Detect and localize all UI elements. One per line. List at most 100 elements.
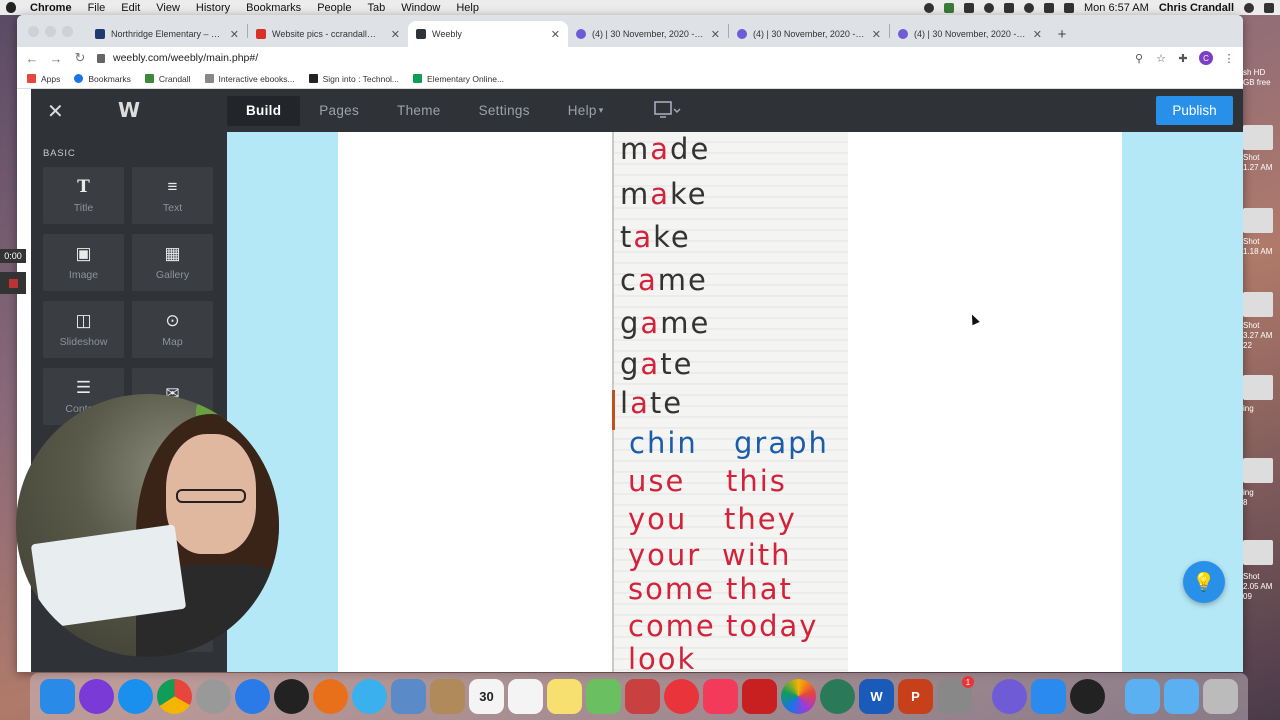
profile-avatar[interactable]: C: [1199, 51, 1213, 65]
quicktime-icon[interactable]: [1070, 679, 1105, 714]
element-gallery[interactable]: ▦ Gallery: [132, 234, 213, 291]
control-center-icon[interactable]: [1264, 2, 1274, 13]
siri-icon[interactable]: [79, 679, 114, 714]
wifi-icon[interactable]: [1023, 2, 1034, 13]
menu-tab[interactable]: Tab: [367, 2, 385, 14]
notes-icon[interactable]: [547, 679, 582, 714]
nav-theme[interactable]: Theme: [378, 96, 460, 126]
element-image[interactable]: ▣ Image: [43, 234, 124, 291]
close-editor-icon[interactable]: ✕: [47, 99, 64, 124]
menu-edit[interactable]: Edit: [121, 2, 140, 14]
bookmark-elementary-online[interactable]: Elementary Online...: [413, 74, 504, 84]
powerpoint-icon[interactable]: P: [898, 679, 933, 714]
extension-status-icon[interactable]: [943, 2, 954, 13]
tab-close-icon[interactable]: ✕: [872, 28, 881, 41]
lightbulb-help-button[interactable]: 💡: [1183, 561, 1225, 603]
maps-icon[interactable]: [586, 679, 621, 714]
desktop-file-icon[interactable]: [1243, 208, 1273, 233]
desktop-file-icon[interactable]: [1243, 458, 1273, 483]
menu-user[interactable]: Chris Crandall: [1159, 2, 1234, 14]
search-icon[interactable]: [1244, 2, 1254, 13]
zoom-icon[interactable]: ⚲: [1133, 52, 1145, 65]
screencastify-icon[interactable]: [992, 679, 1027, 714]
gear-status-icon[interactable]: [923, 2, 934, 13]
desktop-file-icon[interactable]: [1243, 292, 1273, 317]
address-bar[interactable]: weebly.com/weebly/main.php#/: [97, 48, 1123, 68]
word-icon[interactable]: W: [859, 679, 894, 714]
tab-close-icon[interactable]: ✕: [230, 28, 239, 41]
bookmark-crandall[interactable]: Crandall: [144, 74, 191, 84]
firefox-icon[interactable]: [313, 679, 348, 714]
browser-tab-active[interactable]: Weebly ✕: [408, 21, 568, 47]
menu-window[interactable]: Window: [401, 2, 440, 14]
nav-pages[interactable]: Pages: [300, 96, 378, 126]
browser-tab[interactable]: Northridge Elementary – Home ✕: [87, 21, 247, 47]
app-store-icon[interactable]: [235, 679, 270, 714]
bookmark-apps[interactable]: Apps: [27, 74, 60, 84]
reload-icon[interactable]: ↻: [73, 50, 87, 66]
desktop-file-icon[interactable]: [1243, 125, 1273, 150]
star-icon[interactable]: ☆: [1155, 52, 1167, 65]
photo-app-icon[interactable]: [742, 679, 777, 714]
puzzle-icon[interactable]: ✚: [1177, 52, 1189, 65]
menu-bookmarks[interactable]: Bookmarks: [246, 2, 301, 14]
page-body[interactable]: made make take came game gate late chin …: [338, 132, 1122, 672]
browser-tab[interactable]: Website pics - ccrandall@alpin ✕: [248, 21, 408, 47]
desktop-file-icon[interactable]: [1243, 540, 1273, 565]
menu-file[interactable]: File: [88, 2, 106, 14]
trash-icon[interactable]: [1203, 679, 1238, 714]
volume-icon[interactable]: [1063, 2, 1074, 13]
bookmark-sign-into[interactable]: Sign into : Technol...: [308, 74, 399, 84]
zoom-icon[interactable]: [1031, 679, 1066, 714]
element-slideshow[interactable]: ◫ Slideshow: [43, 301, 124, 358]
element-text[interactable]: ≡ Text: [132, 167, 213, 224]
chrome-icon[interactable]: [157, 679, 192, 714]
window-minimize-button[interactable]: [45, 26, 56, 37]
browser-tab[interactable]: (4) | 30 November, 2020 - Hel ✕: [568, 21, 728, 47]
display-status-icon[interactable]: [963, 2, 974, 13]
bookmark-interactive-ebooks[interactable]: Interactive ebooks...: [204, 74, 295, 84]
window-close-button[interactable]: [28, 26, 39, 37]
system-preferences-icon[interactable]: 1: [937, 676, 974, 714]
battery-icon[interactable]: [1043, 2, 1054, 13]
finder-icon[interactable]: [40, 679, 75, 714]
menu-app-name[interactable]: Chrome: [30, 2, 72, 14]
bookmark-bookmarks[interactable]: Bookmarks: [74, 74, 131, 84]
dashboard-icon[interactable]: [274, 679, 309, 714]
documents-folder-icon[interactable]: [1164, 679, 1199, 714]
menu-help[interactable]: Help: [456, 2, 479, 14]
tab-close-icon[interactable]: ✕: [711, 28, 720, 41]
menu-people[interactable]: People: [317, 2, 351, 14]
messages-icon[interactable]: [352, 679, 387, 714]
preview-icon[interactable]: [391, 679, 426, 714]
element-map[interactable]: ⊙ Map: [132, 301, 213, 358]
time-machine-status-icon[interactable]: [983, 2, 994, 13]
sight-word-chart-image[interactable]: made make take came game gate late chin …: [612, 132, 848, 672]
tab-close-icon[interactable]: ✕: [1033, 28, 1042, 41]
reminders-icon[interactable]: [508, 679, 543, 714]
element-title[interactable]: T Title: [43, 167, 124, 224]
apple-icon[interactable]: [6, 2, 16, 13]
nav-build[interactable]: Build: [227, 95, 301, 126]
back-icon[interactable]: ←: [25, 51, 39, 66]
bluetooth-icon[interactable]: [1003, 2, 1014, 13]
kebab-menu-icon[interactable]: ⋮: [1223, 52, 1235, 65]
safari-icon[interactable]: [118, 679, 153, 714]
window-zoom-button[interactable]: [62, 26, 73, 37]
contacts-icon[interactable]: [430, 679, 465, 714]
launchpad-icon[interactable]: [196, 679, 231, 714]
applications-folder-icon[interactable]: [1125, 679, 1160, 714]
desktop-file-icon[interactable]: [1243, 375, 1273, 400]
news-icon[interactable]: [664, 679, 699, 714]
browser-tab[interactable]: (4) | 30 November, 2020 - way ✕: [729, 21, 889, 47]
calendar-icon[interactable]: 30: [469, 679, 504, 714]
tab-close-icon[interactable]: ✕: [391, 28, 400, 41]
music-icon[interactable]: [703, 679, 738, 714]
time-machine-icon[interactable]: [820, 679, 855, 714]
browser-tab[interactable]: (4) | 30 November, 2020 - Rea ✕: [890, 21, 1050, 47]
photo-booth-icon[interactable]: [625, 679, 660, 714]
tab-close-icon[interactable]: ✕: [551, 28, 560, 41]
menu-history[interactable]: History: [196, 2, 230, 14]
weebly-logo-icon[interactable]: W: [118, 98, 140, 122]
nav-settings[interactable]: Settings: [460, 96, 549, 126]
